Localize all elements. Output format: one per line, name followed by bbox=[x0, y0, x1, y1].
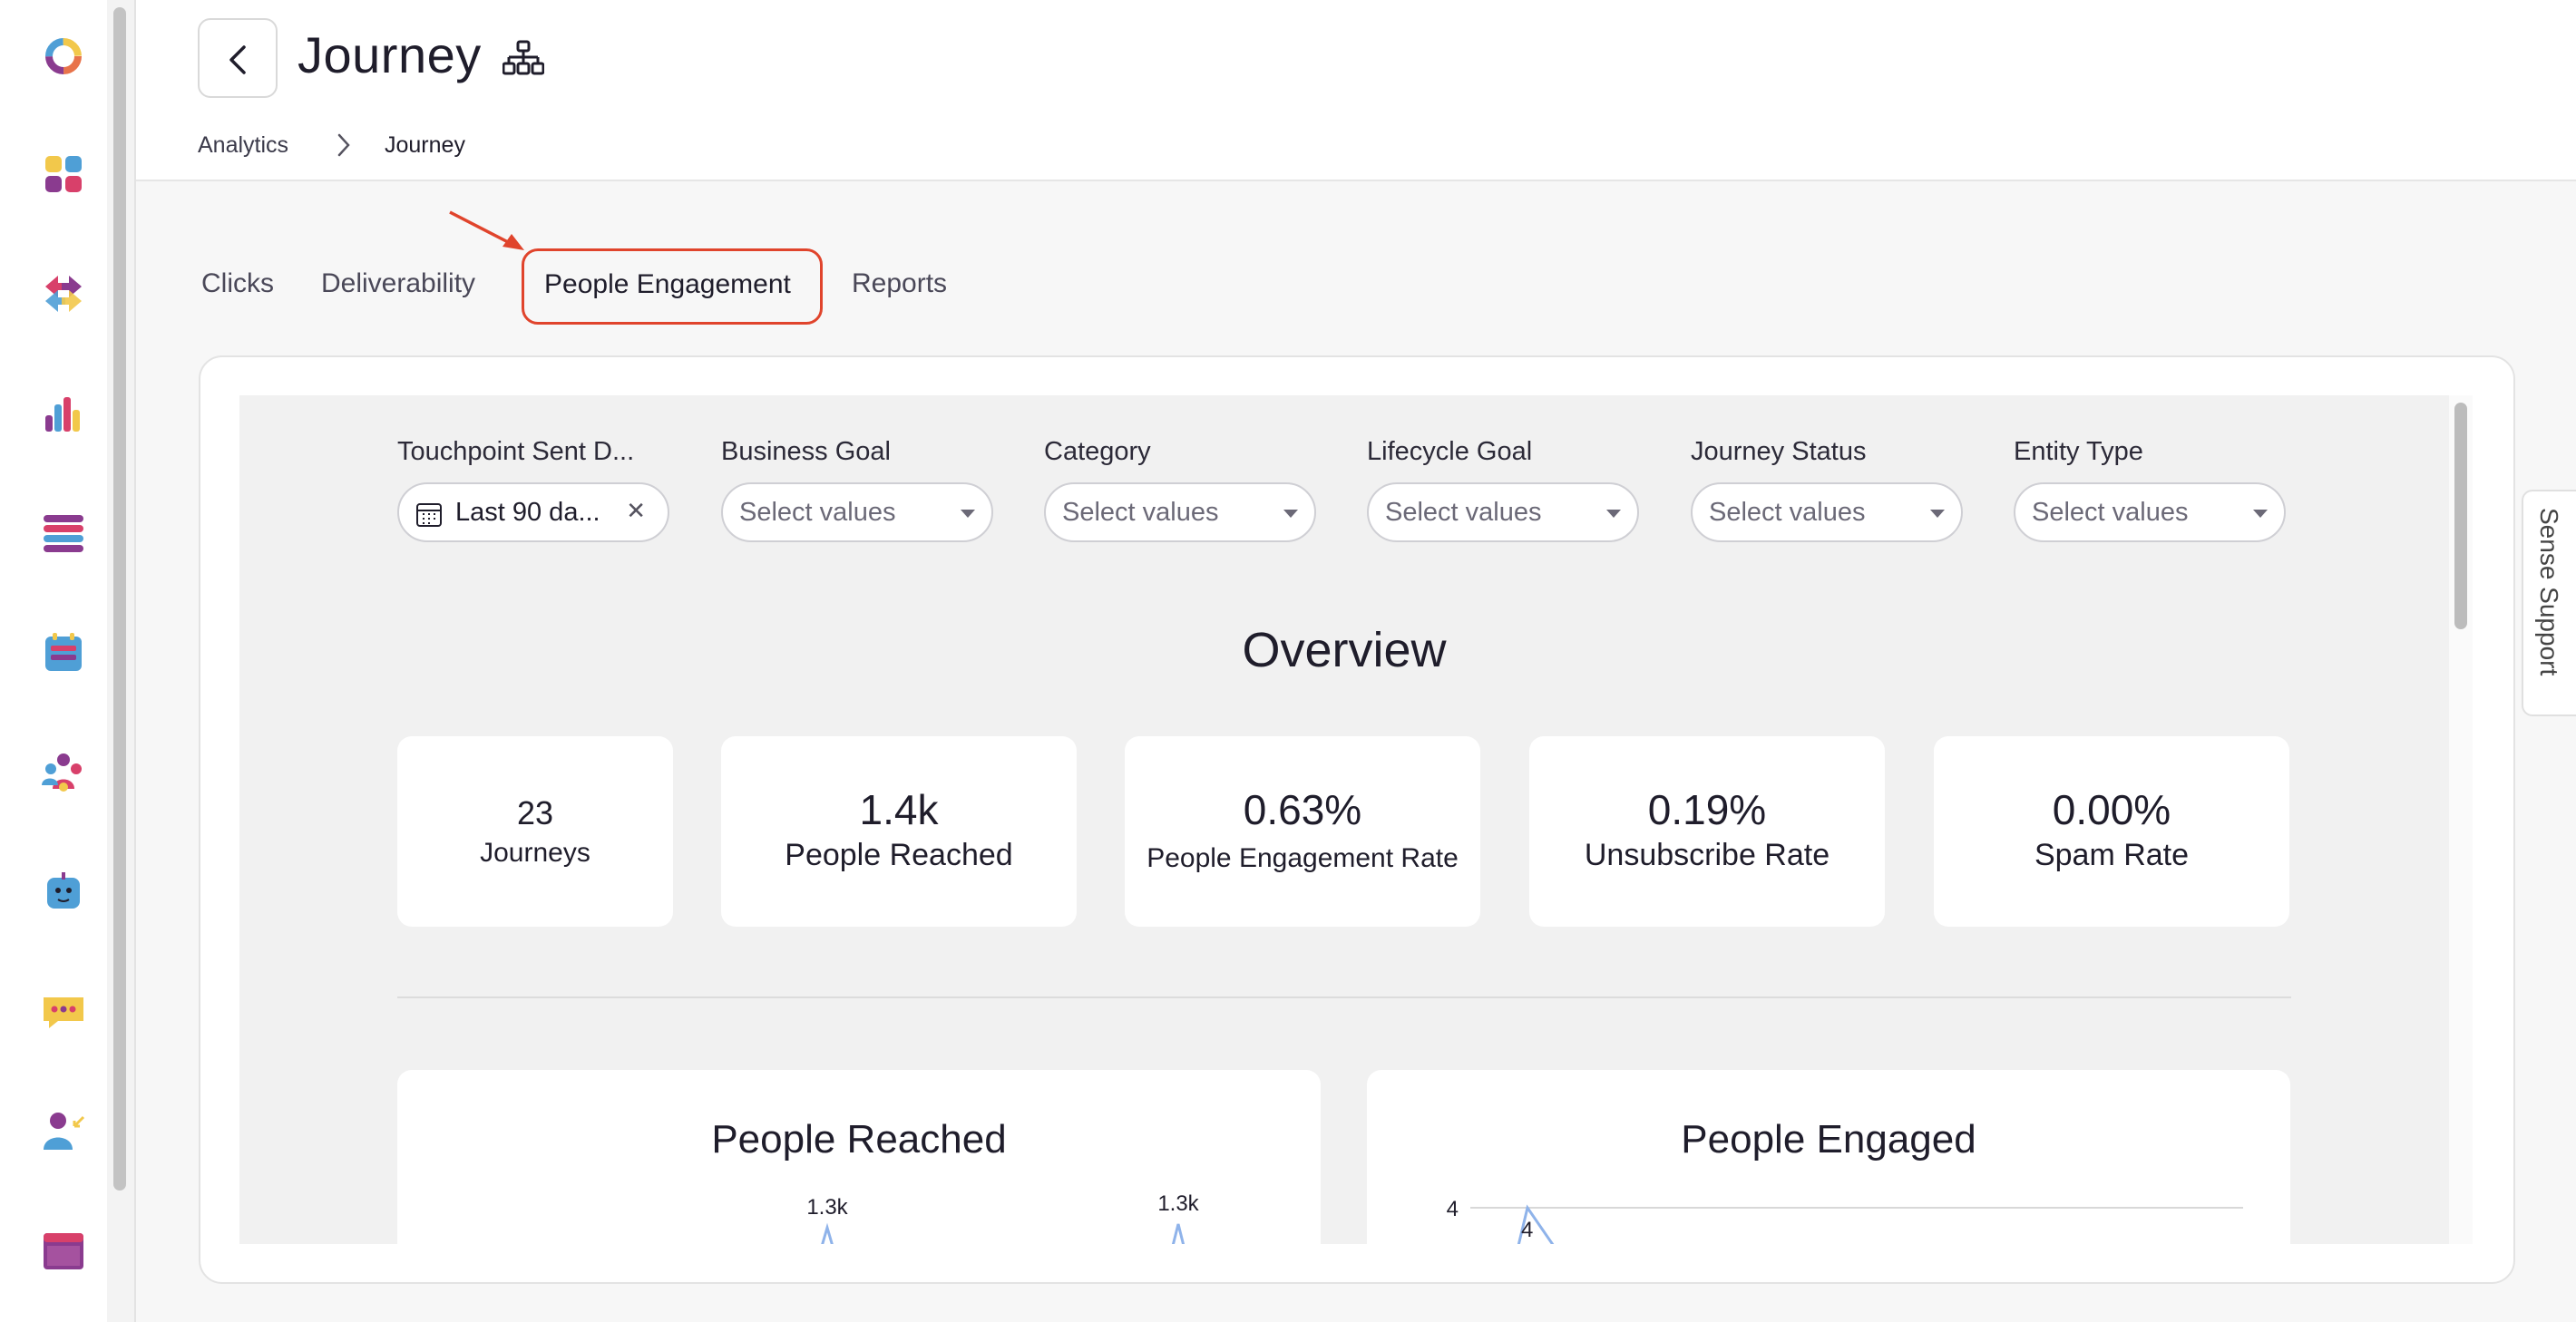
sitemap-icon[interactable] bbox=[503, 40, 544, 76]
tab-clicks[interactable]: Clicks bbox=[201, 268, 274, 299]
kpi-label: Unsubscribe Rate bbox=[1584, 838, 1830, 872]
sense-support-tab[interactable]: Sense Support bbox=[2522, 490, 2576, 716]
caret-down-icon bbox=[2253, 510, 2268, 518]
kpi-value: 23 bbox=[516, 794, 554, 831]
kpi-label: Spam Rate bbox=[2034, 838, 2190, 872]
overview-title: Overview bbox=[1242, 623, 1447, 677]
series-line-1 bbox=[821, 1222, 834, 1244]
browser-icon[interactable] bbox=[40, 1228, 87, 1275]
kpi-label: People Engagement Rate bbox=[1147, 843, 1459, 873]
page-title: Journey bbox=[298, 26, 482, 83]
filter-label-lifecycle-goal: Lifecycle Goal bbox=[1367, 437, 1533, 466]
series-line-2 bbox=[1171, 1223, 1186, 1244]
chat-icon[interactable] bbox=[40, 988, 87, 1035]
data-label-1: 1.3k bbox=[806, 1195, 848, 1220]
chevron-right-icon bbox=[337, 133, 350, 157]
analytics-icon[interactable] bbox=[40, 390, 87, 437]
page-header: Journey bbox=[136, 0, 2576, 114]
kpi-people-reached: 1.4k People Reached bbox=[721, 736, 1077, 927]
touchpoint-date-value: Last 90 da... bbox=[455, 498, 600, 527]
tab-deliverability[interactable]: Deliverability bbox=[321, 268, 475, 299]
filter-label-business-goal: Business Goal bbox=[721, 437, 891, 466]
people-engaged-chart-card: People Engaged 4 4 bbox=[1367, 1070, 2290, 1244]
kpi-value: 0.19% bbox=[1647, 786, 1767, 833]
category-placeholder: Select values bbox=[1062, 498, 1219, 527]
sidebar-scrollbar[interactable] bbox=[107, 0, 136, 1322]
kpi-value: 0.00% bbox=[2052, 786, 2171, 833]
app-sidebar bbox=[0, 0, 109, 1322]
back-button[interactable] bbox=[198, 18, 278, 98]
breadcrumb: Analytics Journey bbox=[136, 112, 2576, 181]
lifecycle-goal-placeholder: Select values bbox=[1385, 498, 1542, 527]
section-divider bbox=[397, 996, 2291, 998]
breadcrumb-analytics-link[interactable]: Analytics bbox=[198, 132, 288, 159]
data-label-2: 1.3k bbox=[1157, 1191, 1199, 1216]
lifecycle-goal-select[interactable]: Select values bbox=[1367, 482, 1639, 542]
bot-icon[interactable] bbox=[40, 869, 87, 916]
tab-people-engagement[interactable]: People Engagement bbox=[522, 248, 823, 325]
people-icon[interactable] bbox=[40, 749, 87, 796]
filter-label-category: Category bbox=[1044, 437, 1151, 466]
entity-type-placeholder: Select values bbox=[2032, 498, 2189, 527]
calendar-icon bbox=[416, 503, 442, 527]
people-engaged-chart: 4 4 bbox=[1447, 1197, 2243, 1244]
kpi-journeys: 23 Journeys bbox=[397, 736, 673, 927]
filter-label-journey-status: Journey Status bbox=[1691, 437, 1867, 466]
dashboard-scrollbar-thumb[interactable] bbox=[2454, 403, 2467, 629]
people-reached-chart: 1.3k 1.3k bbox=[806, 1191, 1200, 1244]
sense-support-label: Sense Support bbox=[2535, 508, 2563, 676]
list-icon[interactable] bbox=[40, 510, 87, 557]
dashboard-icon[interactable] bbox=[40, 151, 87, 198]
filter-label-entity-type: Entity Type bbox=[2014, 437, 2143, 466]
kpi-value: 1.4k bbox=[859, 786, 939, 833]
caret-down-icon bbox=[1283, 510, 1298, 518]
data-label: 4 bbox=[1521, 1218, 1533, 1242]
arrows-icon[interactable] bbox=[40, 270, 87, 317]
caret-down-icon bbox=[961, 510, 975, 518]
entity-type-select[interactable]: Select values bbox=[2014, 482, 2286, 542]
kpi-label: Journeys bbox=[480, 838, 590, 868]
clear-icon[interactable]: ✕ bbox=[626, 497, 646, 525]
breadcrumb-current: Journey bbox=[385, 132, 465, 158]
kpi-spam-rate: 0.00% Spam Rate bbox=[1934, 736, 2289, 927]
kpi-value: 0.63% bbox=[1243, 786, 1362, 833]
business-goal-select[interactable]: Select values bbox=[721, 482, 993, 542]
y-tick-label: 4 bbox=[1447, 1197, 1459, 1221]
chevron-left-icon bbox=[229, 45, 246, 74]
kpi-people-engagement-rate: 0.63% People Engagement Rate bbox=[1125, 736, 1480, 927]
logo-icon[interactable] bbox=[40, 33, 87, 80]
dashboard-scrollbar[interactable] bbox=[2449, 395, 2473, 1244]
calendar-icon[interactable] bbox=[40, 629, 87, 676]
caret-down-icon bbox=[1930, 510, 1945, 518]
kpi-unsubscribe-rate: 0.19% Unsubscribe Rate bbox=[1529, 736, 1885, 927]
sidebar-scrollbar-thumb[interactable] bbox=[113, 7, 126, 1191]
tab-people-engagement-label: People Engagement bbox=[544, 269, 791, 299]
category-select[interactable]: Select values bbox=[1044, 482, 1316, 542]
journey-status-placeholder: Select values bbox=[1709, 498, 1866, 527]
touchpoint-date-filter[interactable]: Last 90 da... ✕ bbox=[397, 482, 669, 542]
people-reached-chart-card: People Reached 1.3k 1.3k bbox=[397, 1070, 1321, 1244]
filter-label-touchpoint: Touchpoint Sent D... bbox=[397, 437, 635, 466]
tab-reports[interactable]: Reports bbox=[852, 268, 947, 299]
caret-down-icon bbox=[1606, 510, 1621, 518]
kpi-label: People Reached bbox=[785, 838, 1013, 872]
user-import-icon[interactable] bbox=[40, 1108, 87, 1155]
journey-status-select[interactable]: Select values bbox=[1691, 482, 1963, 542]
business-goal-placeholder: Select values bbox=[739, 498, 896, 527]
dashboard-frame: Touchpoint Sent D... Last 90 da... ✕ Bus… bbox=[239, 395, 2449, 1244]
annotation-arrow bbox=[449, 210, 524, 250]
